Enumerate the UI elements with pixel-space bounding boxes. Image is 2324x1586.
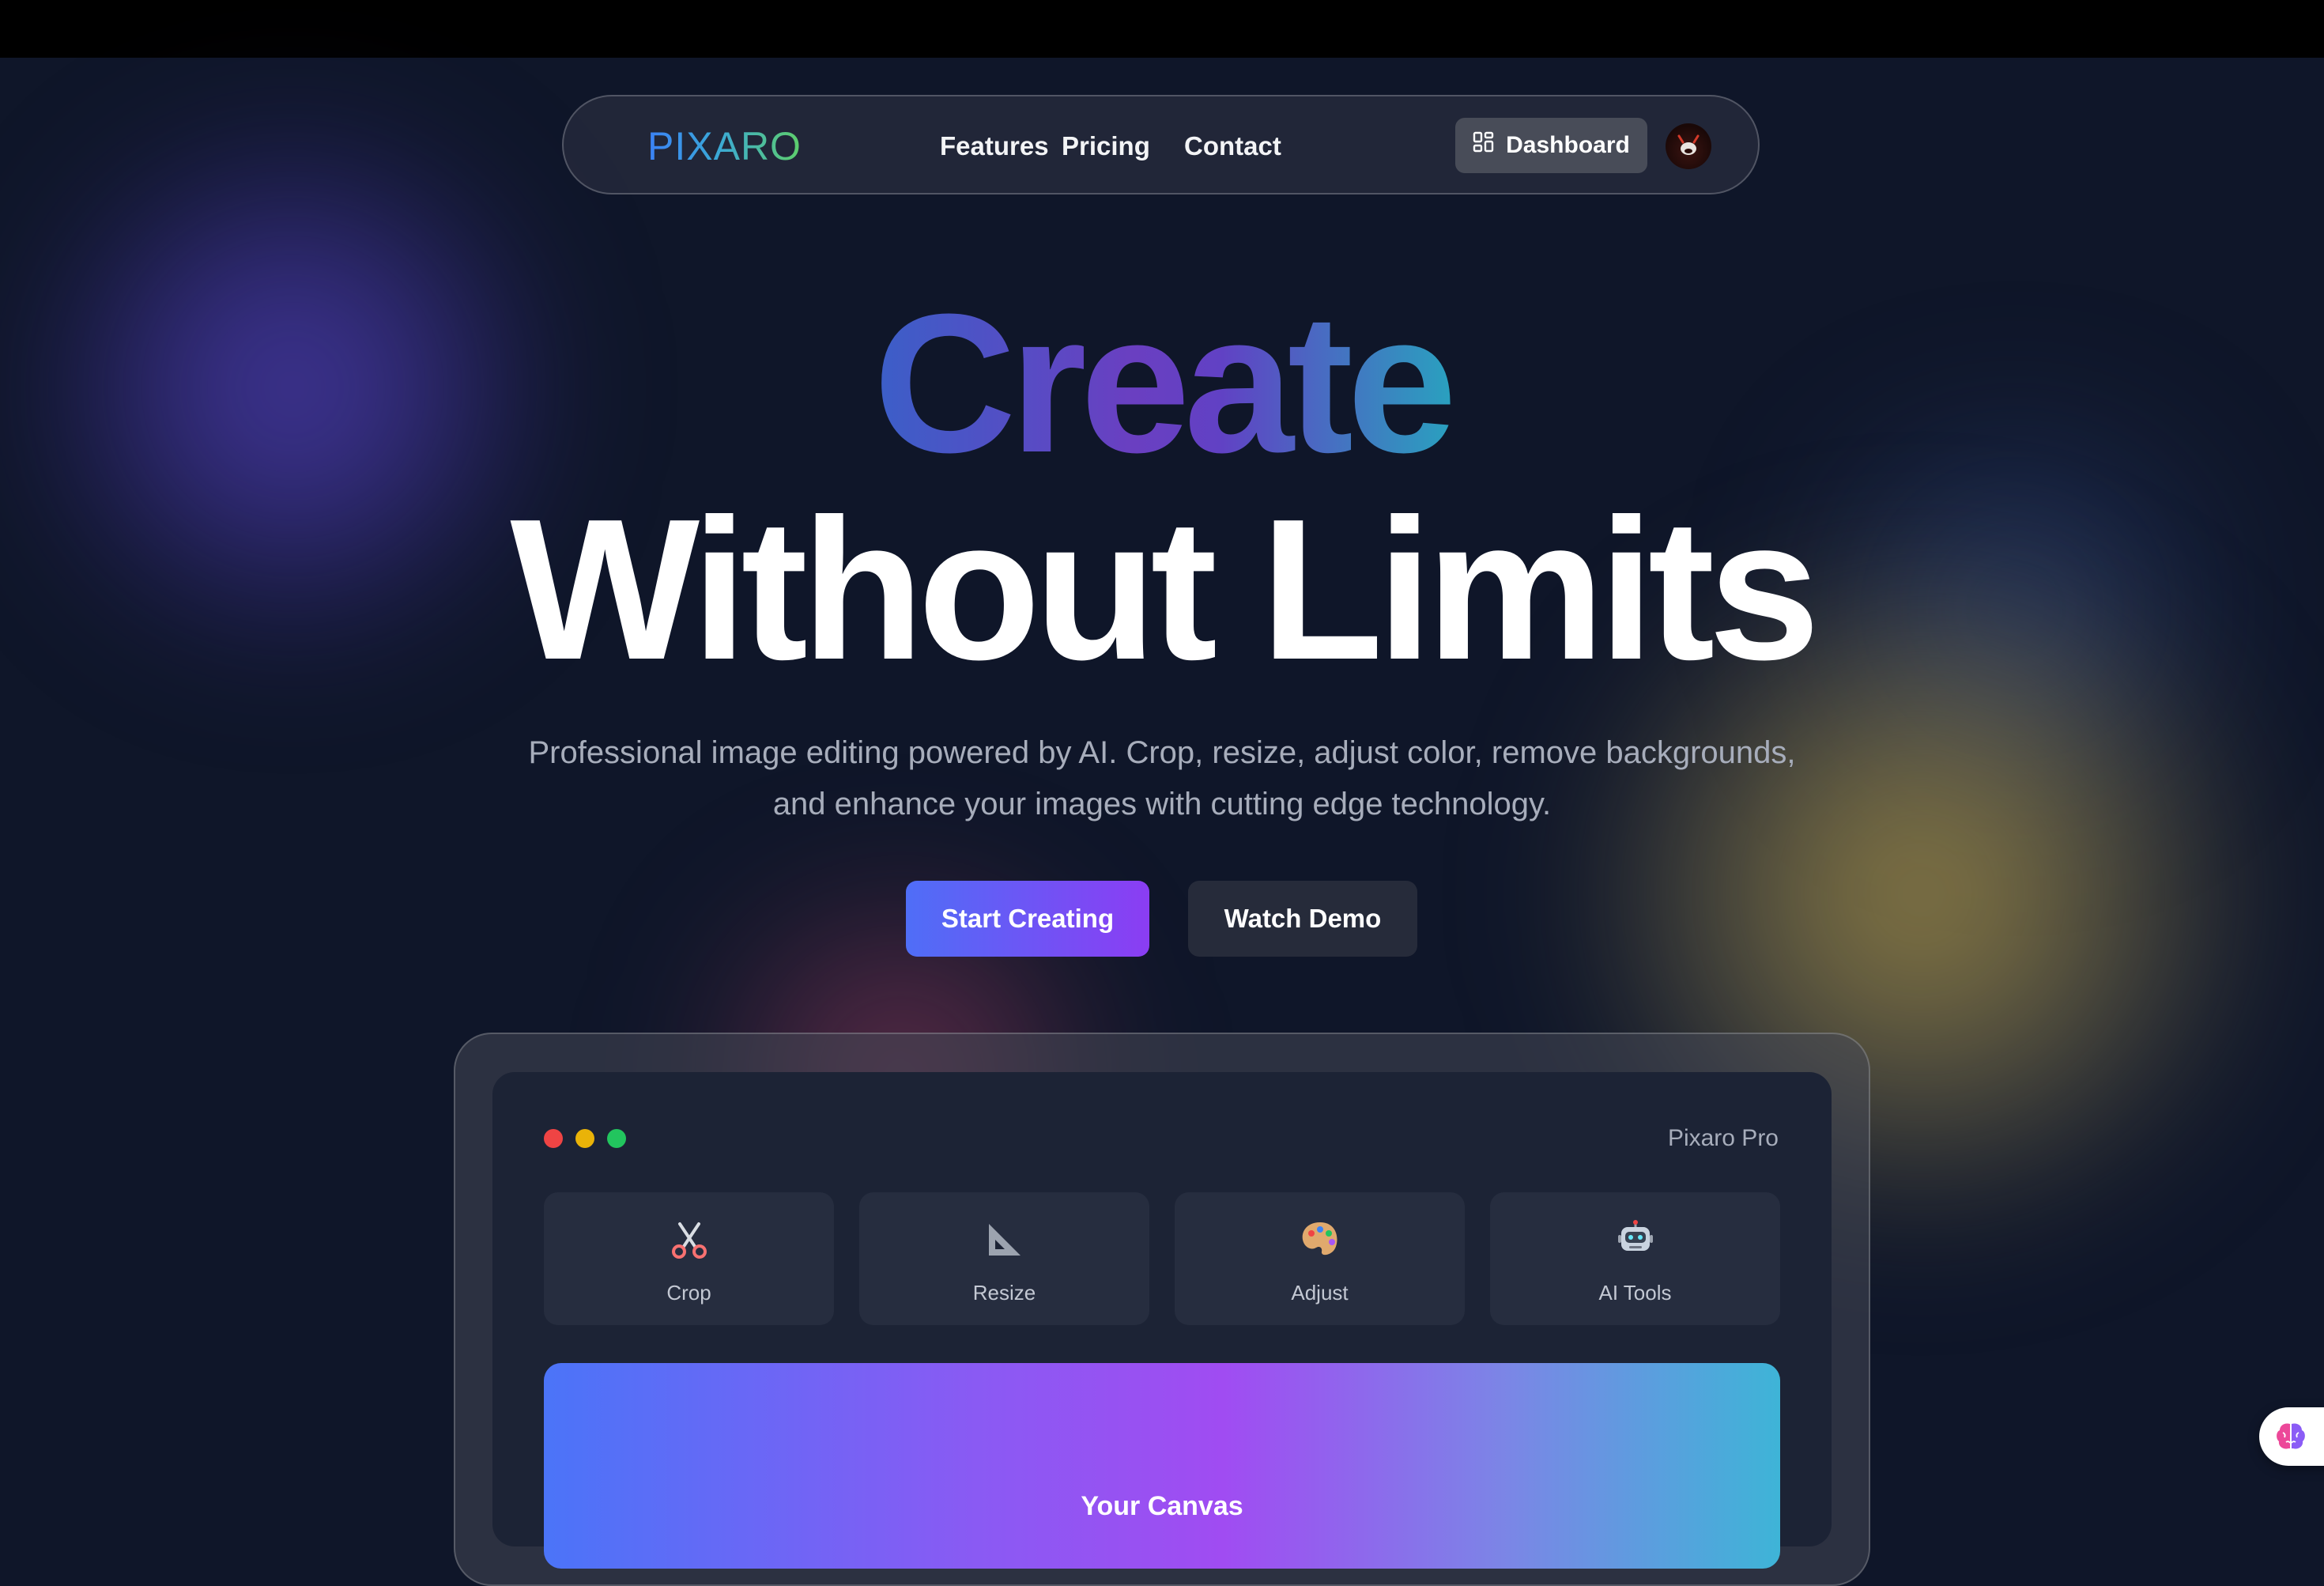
brain-icon xyxy=(2275,1422,2307,1456)
tool-label: AI Tools xyxy=(1598,1281,1672,1305)
robot-icon xyxy=(1490,1219,1780,1265)
canvas-label: Your Canvas xyxy=(1081,1491,1243,1521)
watch-demo-button[interactable]: Watch Demo xyxy=(1188,881,1417,957)
start-creating-button[interactable]: Start Creating xyxy=(906,881,1149,957)
tool-resize[interactable]: Resize xyxy=(859,1192,1149,1325)
scissors-icon xyxy=(544,1219,834,1265)
tool-label: Resize xyxy=(972,1281,1036,1305)
nav-link-pricing[interactable]: Pricing xyxy=(1062,127,1150,166)
window-maximize-dot xyxy=(607,1129,626,1148)
avatar[interactable] xyxy=(1666,123,1711,169)
grid-icon xyxy=(1473,131,1495,160)
tool-label: Crop xyxy=(666,1281,711,1305)
tool-ai-tools[interactable]: AI Tools xyxy=(1490,1192,1780,1325)
browser-top-bar xyxy=(0,0,2324,58)
nav-link-features[interactable]: Features xyxy=(940,127,1049,166)
hero-title-line-1: Create xyxy=(873,273,1457,493)
tool-label: Adjust xyxy=(1291,1281,1349,1305)
floating-assistant-button[interactable] xyxy=(2259,1407,2324,1466)
triangle-ruler-icon xyxy=(859,1219,1149,1265)
dashboard-label: Dashboard xyxy=(1506,132,1630,158)
window-title: Pixaro Pro xyxy=(1667,1125,1779,1151)
window-minimize-dot xyxy=(575,1129,594,1148)
logo[interactable]: PIXARO xyxy=(647,119,802,174)
navbar: PIXARO Features Pricing Contact Dashboar… xyxy=(562,95,1760,194)
hero-subtitle: Professional image editing powered by AI… xyxy=(528,735,1796,821)
nav-link-contact[interactable]: Contact xyxy=(1184,127,1281,166)
dashboard-button[interactable]: Dashboard xyxy=(1455,118,1647,173)
canvas-area[interactable]: Your Canvas xyxy=(544,1363,1780,1569)
hero-title-line-2: Without Limits xyxy=(510,477,1820,701)
tool-crop[interactable]: Crop xyxy=(544,1192,834,1325)
tool-adjust[interactable]: Adjust xyxy=(1175,1192,1465,1325)
palette-icon xyxy=(1175,1219,1465,1265)
window-close-dot xyxy=(544,1129,563,1148)
